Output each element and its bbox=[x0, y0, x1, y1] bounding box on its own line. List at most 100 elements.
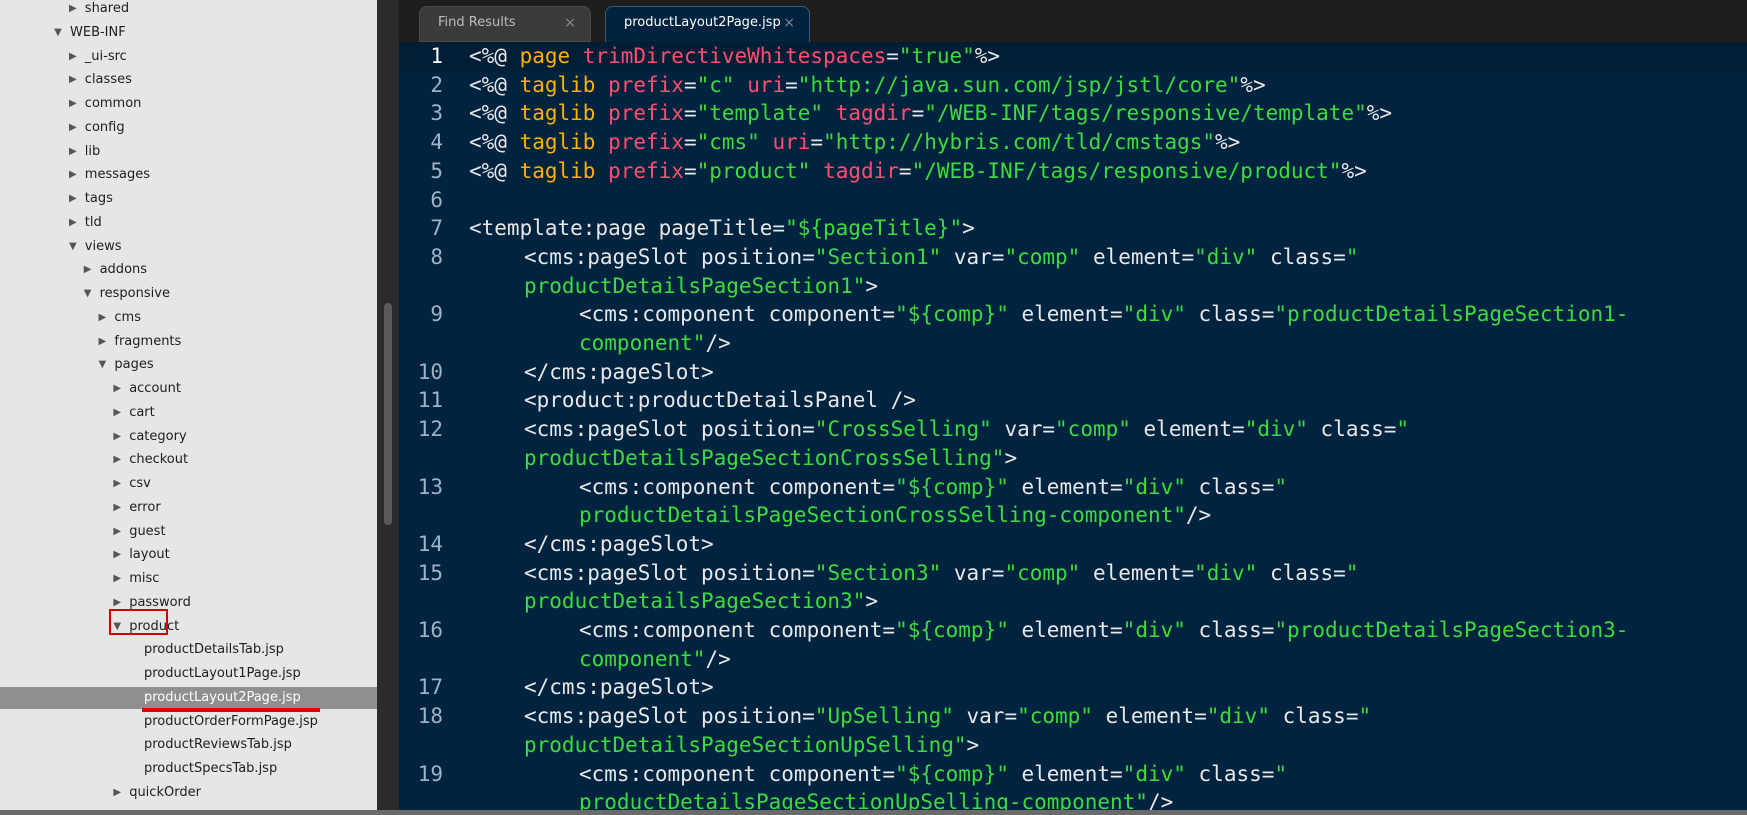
collapsed-arrow-icon[interactable]: ▶ bbox=[96, 307, 108, 329]
collapsed-arrow-icon[interactable]: ▶ bbox=[67, 141, 79, 163]
collapsed-arrow-icon[interactable]: ▶ bbox=[111, 378, 123, 400]
code-line[interactable]: productDetailsPageSectionCrossSelling"> bbox=[399, 444, 1747, 473]
code-token: "div" bbox=[1206, 704, 1270, 729]
tree-folder-item[interactable]: ▶ misc bbox=[0, 568, 377, 590]
collapsed-arrow-icon[interactable]: ▶ bbox=[111, 473, 123, 495]
collapsed-arrow-icon[interactable]: ▶ bbox=[67, 188, 79, 210]
code-token: /> bbox=[705, 331, 731, 355]
tree-folder-item[interactable]: ▶ guest bbox=[0, 521, 377, 543]
sidebar-scrollbar[interactable] bbox=[377, 0, 399, 815]
tree-folder-item[interactable]: ▶ cms bbox=[0, 307, 377, 329]
tree-folder-item[interactable]: ▶ layout bbox=[0, 544, 377, 566]
tree-folder-item[interactable]: ▶ addons bbox=[0, 259, 377, 281]
collapsed-arrow-icon[interactable]: ▶ bbox=[67, 164, 79, 186]
code-line[interactable]: 14 </cms:pageSlot> bbox=[399, 530, 1747, 559]
code-area[interactable]: 1 <%@ page trimDirectiveWhitespaces="true… bbox=[399, 42, 1747, 815]
collapsed-arrow-icon[interactable]: ▶ bbox=[111, 544, 123, 566]
collapsed-arrow-icon[interactable]: ▶ bbox=[111, 402, 123, 424]
collapsed-arrow-icon[interactable]: ▶ bbox=[82, 259, 94, 281]
tree-folder-item[interactable]: ▶ checkout bbox=[0, 449, 377, 471]
tree-folder-item[interactable]: ▶ messages bbox=[0, 164, 377, 186]
tree-folder-item[interactable]: ▼ WEB-INF bbox=[0, 22, 377, 44]
code-line[interactable]: component"/> bbox=[399, 329, 1747, 358]
tree-folder-item[interactable]: ▶ tags bbox=[0, 188, 377, 210]
sidebar-scrollbar-thumb[interactable] bbox=[384, 303, 392, 525]
tab-productlayout2page[interactable]: productLayout2Page.jsp × bbox=[605, 6, 810, 42]
close-icon[interactable]: × bbox=[783, 7, 795, 39]
tree-folder-item[interactable]: ▶ error bbox=[0, 497, 377, 519]
tree-item-label: _ui-src bbox=[84, 48, 127, 64]
code-line[interactable]: 1 <%@ page trimDirectiveWhitespaces="true… bbox=[399, 42, 1747, 71]
code-token: "productDetailsPageSection1- bbox=[1274, 302, 1629, 327]
tree-folder-item[interactable]: ▶ csv bbox=[0, 473, 377, 495]
tree-file-item[interactable]: productLayout1Page.jsp bbox=[0, 663, 377, 685]
code-line[interactable]: 2 <%@ taglib prefix="c" uri="http://java.… bbox=[399, 71, 1747, 100]
tree-folder-item[interactable]: ▶ category bbox=[0, 426, 377, 448]
code-line[interactable]: 7 <template:page pageTitle="${pageTitle}"… bbox=[399, 214, 1747, 243]
tree-item-label: fragments bbox=[114, 333, 182, 349]
collapsed-arrow-icon[interactable]: ▶ bbox=[67, 69, 79, 91]
code-line[interactable]: 13 <cms:component component="${comp}" ele… bbox=[399, 473, 1747, 502]
code-line[interactable]: 5 <%@ taglib prefix="product" tagdir="/WE… bbox=[399, 157, 1747, 186]
code-line[interactable]: 10 </cms:pageSlot> bbox=[399, 358, 1747, 387]
code-line[interactable]: productDetailsPageSectionCrossSelling-co… bbox=[399, 501, 1747, 530]
tree-folder-item[interactable]: ▼ pages bbox=[0, 354, 377, 376]
code-line[interactable]: 11 <product:productDetailsPanel /> bbox=[399, 386, 1747, 415]
collapsed-arrow-icon[interactable]: ▶ bbox=[67, 46, 79, 68]
tree-folder-item[interactable]: ▶ fragments bbox=[0, 331, 377, 353]
code-line[interactable]: 8 <cms:pageSlot position="Section1" var="… bbox=[399, 243, 1747, 272]
code-token: "c" bbox=[696, 72, 735, 97]
collapsed-arrow-icon[interactable]: ▶ bbox=[111, 782, 123, 804]
code-line[interactable]: 16 <cms:component component="${comp}" ele… bbox=[399, 616, 1747, 645]
collapsed-arrow-icon[interactable]: ▶ bbox=[111, 426, 123, 448]
collapsed-arrow-icon[interactable]: ▶ bbox=[111, 497, 123, 519]
collapsed-arrow-icon[interactable]: ▶ bbox=[67, 0, 79, 20]
code-line[interactable]: 3 <%@ taglib prefix="template" tagdir="/W… bbox=[399, 99, 1747, 128]
code-line[interactable]: 6 bbox=[399, 186, 1747, 215]
expanded-arrow-icon[interactable]: ▼ bbox=[67, 236, 79, 258]
code-line[interactable]: 12 <cms:pageSlot position="CrossSelling" … bbox=[399, 415, 1747, 444]
code-line[interactable]: productDetailsPageSection1"> bbox=[399, 272, 1747, 301]
tree-folder-item[interactable]: ▶ cart bbox=[0, 402, 377, 424]
tree-folder-item[interactable]: ▶ classes bbox=[0, 69, 377, 91]
tree-file-item[interactable]: productOrderFormPage.jsp bbox=[0, 711, 377, 733]
code-line[interactable]: productDetailsPageSectionUpSelling"> bbox=[399, 731, 1747, 760]
line-number: 10 bbox=[417, 359, 443, 384]
collapsed-arrow-icon[interactable]: ▶ bbox=[111, 568, 123, 590]
expanded-arrow-icon[interactable]: ▼ bbox=[96, 354, 108, 376]
code-line[interactable]: 19 <cms:component component="${comp}" ele… bbox=[399, 760, 1747, 789]
code-line[interactable]: productDetailsPageSection3"> bbox=[399, 587, 1747, 616]
collapsed-arrow-icon[interactable]: ▶ bbox=[67, 117, 79, 139]
expanded-arrow-icon[interactable]: ▼ bbox=[82, 283, 94, 305]
tree-folder-item[interactable]: ▶ config bbox=[0, 117, 377, 139]
tree-folder-item[interactable]: ▶ _ui-src bbox=[0, 46, 377, 68]
tree-folder-item[interactable]: ▶ account bbox=[0, 378, 377, 400]
close-icon[interactable]: × bbox=[564, 7, 576, 39]
code-line[interactable]: 4 <%@ taglib prefix="cms" uri="http://hyb… bbox=[399, 128, 1747, 157]
code-line[interactable]: 15 <cms:pageSlot position="Section3" var=… bbox=[399, 559, 1747, 588]
tree-file-item[interactable]: productDetailsTab.jsp bbox=[0, 639, 377, 661]
tree-folder-item[interactable]: ▶ tld bbox=[0, 212, 377, 234]
code-line[interactable]: 18 <cms:pageSlot position="UpSelling" var… bbox=[399, 702, 1747, 731]
tree-folder-item[interactable]: ▶ lib bbox=[0, 141, 377, 163]
collapsed-arrow-icon[interactable]: ▶ bbox=[67, 212, 79, 234]
tree-folder-item[interactable]: ▼ product bbox=[0, 616, 377, 638]
tree-file-item[interactable]: productReviewsTab.jsp bbox=[0, 734, 377, 756]
collapsed-arrow-icon[interactable]: ▶ bbox=[111, 521, 123, 543]
tab-find-results[interactable]: Find Results × bbox=[419, 6, 591, 42]
collapsed-arrow-icon[interactable]: ▶ bbox=[67, 93, 79, 115]
code-line[interactable]: component"/> bbox=[399, 645, 1747, 674]
tree-file-item[interactable]: productSpecsTab.jsp bbox=[0, 758, 377, 780]
code-line[interactable]: 17 </cms:pageSlot> bbox=[399, 673, 1747, 702]
tree-folder-item[interactable]: ▶ shared bbox=[0, 0, 377, 20]
tree-file-item[interactable]: productLayout2Page.jsp bbox=[0, 686, 377, 709]
tree-folder-item[interactable]: ▼ views bbox=[0, 236, 377, 258]
tree-folder-item[interactable]: ▶ password bbox=[0, 592, 377, 614]
code-line[interactable]: 9 <cms:component component="${comp}" elem… bbox=[399, 300, 1747, 329]
tree-folder-item[interactable]: ▼ responsive bbox=[0, 283, 377, 305]
expanded-arrow-icon[interactable]: ▼ bbox=[52, 22, 64, 44]
tree-folder-item[interactable]: ▶ common bbox=[0, 93, 377, 115]
collapsed-arrow-icon[interactable]: ▶ bbox=[96, 331, 108, 353]
collapsed-arrow-icon[interactable]: ▶ bbox=[111, 449, 123, 471]
tree-folder-item[interactable]: ▶ quickOrder bbox=[0, 782, 377, 804]
